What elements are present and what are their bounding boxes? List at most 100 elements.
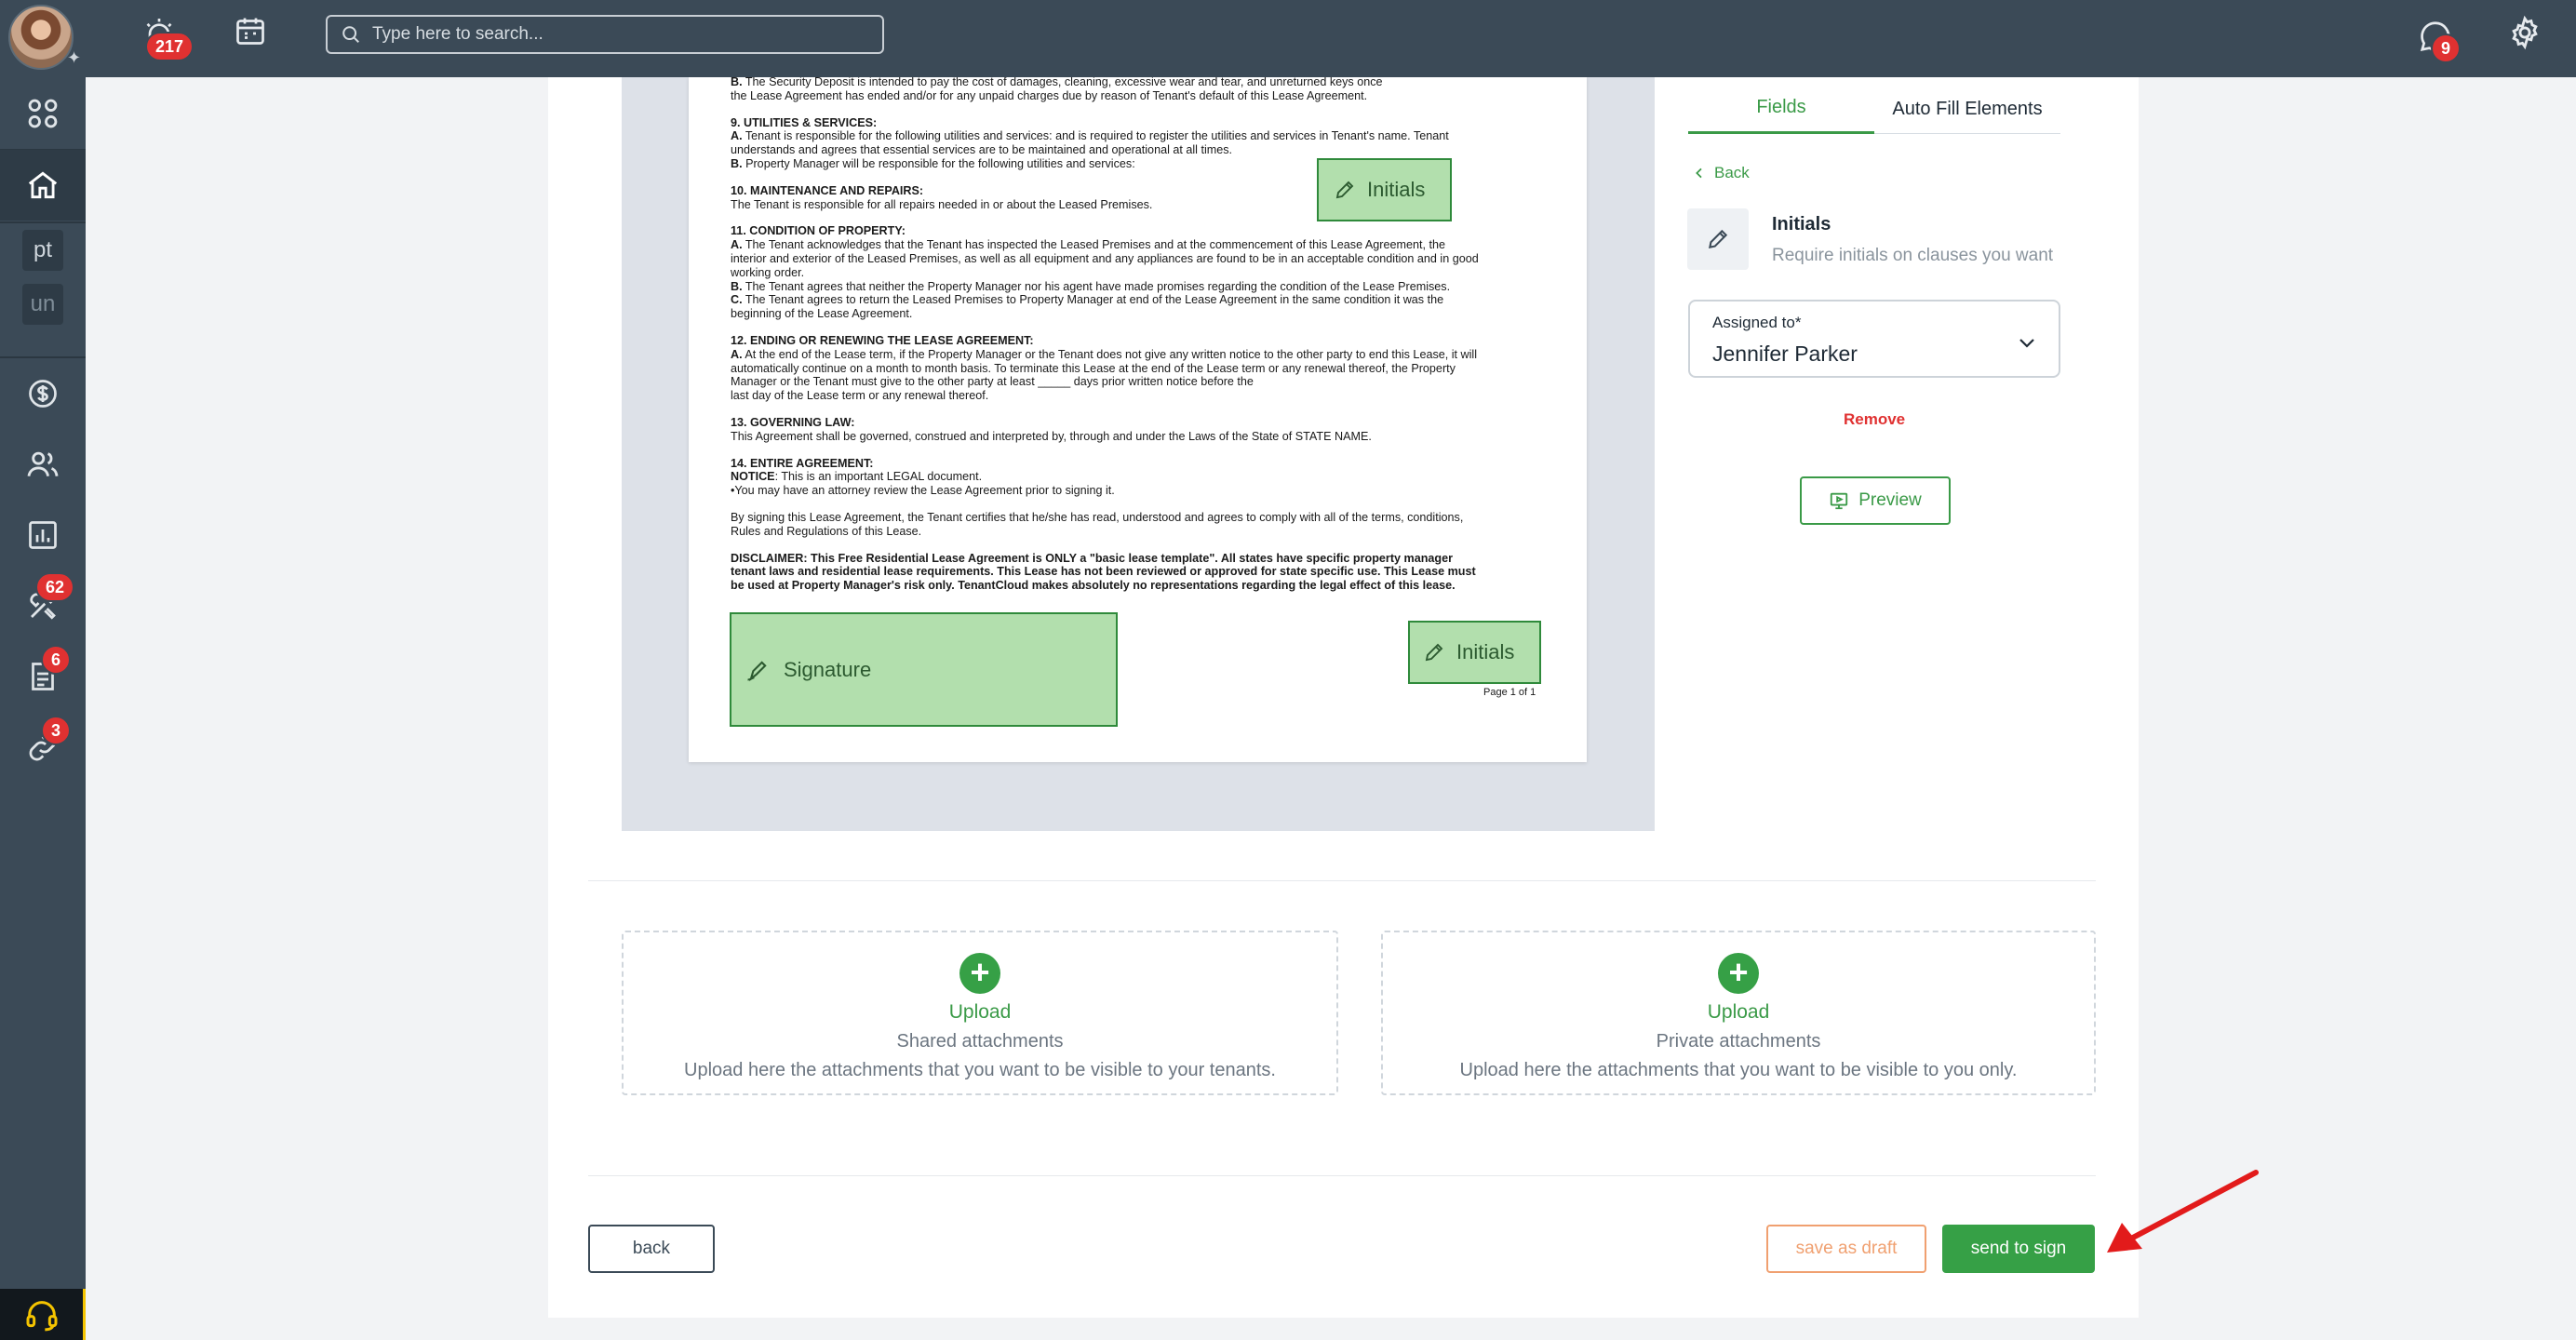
document-line-bold: NOTICE	[731, 470, 775, 484]
upload-action-label[interactable]: Upload	[624, 1001, 1336, 1024]
sidebar-item-maintenance[interactable]: 62	[0, 570, 86, 641]
messages-button[interactable]: 9	[2412, 13, 2462, 63]
red-arrow-annotation	[2107, 1170, 2259, 1253]
field-type-icon-box	[1687, 208, 1749, 270]
preview-button[interactable]: Preview	[1800, 476, 1951, 525]
document-line-bold: B.	[731, 75, 743, 88]
search-icon	[342, 26, 359, 43]
page-number: Page 1 of 1	[1483, 687, 1536, 698]
initials-field-bottom[interactable]: Initials	[1408, 621, 1541, 684]
document-line-bold: B.	[731, 279, 743, 293]
chart-icon	[29, 521, 57, 549]
document-text: B. The Security Deposit is intended to p…	[731, 75, 1545, 593]
document-line: be used at Property Manager's risk only.…	[731, 579, 1545, 593]
links-badge: 3	[41, 716, 72, 745]
back-link[interactable]: Back	[1692, 164, 1750, 182]
sidebar: pt un 62 6 3	[0, 77, 86, 1340]
document-line: tenant laws and residential lease requir…	[731, 565, 1545, 579]
sidebar-item-links[interactable]: 3	[0, 712, 86, 783]
document-line: working order.	[731, 266, 1545, 280]
document-line-text: automatically continue on a month to mon…	[731, 361, 1456, 375]
initials-field-top[interactable]: Initials	[1317, 158, 1452, 221]
support-button[interactable]	[0, 1289, 86, 1340]
sidebar-item-apps[interactable]	[0, 78, 86, 149]
document-line-text: •You may have an attorney review the Lea…	[731, 484, 1115, 498]
document-line-text: Property Manager will be responsible for…	[742, 156, 1135, 170]
document-line: 13. GOVERNING LAW:	[731, 416, 1545, 430]
document-line: 11. CONDITION OF PROPERTY:	[731, 224, 1545, 238]
fields-panel	[1655, 77, 2096, 831]
search-input[interactable]	[372, 24, 856, 45]
sidebar-item-un[interactable]: un	[0, 278, 86, 330]
document-line: •You may have an attorney review the Lea…	[731, 484, 1545, 498]
assigned-to-select[interactable]: Assigned to* Jennifer Parker	[1688, 300, 2060, 378]
send-to-sign-button[interactable]: send to sign	[1942, 1225, 2095, 1273]
user-avatar[interactable]	[8, 5, 74, 70]
chevron-left-icon	[1696, 168, 1702, 179]
back-button[interactable]: back	[588, 1225, 715, 1273]
field-description: Require initials on clauses you want	[1772, 246, 2054, 265]
settings-button[interactable]	[2502, 9, 2548, 56]
field-title: Initials	[1772, 214, 1831, 234]
sidebar-item-documents[interactable]: 6	[0, 641, 86, 712]
private-attachments-dropzone[interactable]: + Upload Private attachments Upload here…	[1381, 931, 2096, 1095]
sidebar-divider	[0, 221, 86, 223]
tab-auto-fill-elements[interactable]: Auto Fill Elements	[1874, 84, 2060, 134]
document-line-bold: A.	[731, 347, 743, 361]
document-line-text: working order.	[731, 265, 805, 279]
sidebar-item-pt[interactable]: pt	[0, 224, 86, 276]
document-line-text: Manager or the Tenant must give to the o…	[731, 375, 1254, 389]
initials-field-label: Initials	[1456, 640, 1515, 663]
document-line-text: the Lease Agreement has ended and/or for…	[731, 88, 1368, 102]
upload-title: Private attachments	[1656, 1031, 1821, 1052]
document-line: 9. UTILITIES & SERVICES:	[731, 116, 1545, 130]
remove-field-button[interactable]: Remove	[1844, 410, 1905, 429]
top-bar: ✦ 217 9	[0, 0, 2576, 77]
document-line: beginning of the Lease Agreement.	[731, 307, 1545, 321]
notifications-badge: 217	[145, 32, 195, 61]
preview-icon	[1831, 492, 1848, 510]
upload-description: Upload here the attachments that you wan…	[684, 1060, 1276, 1080]
gear-icon	[2512, 15, 2538, 50]
calendar-button[interactable]	[227, 7, 274, 54]
document-line-text: At the end of the Lease term, if the Pro…	[742, 347, 1478, 361]
document-line-text: The Tenant agrees to return the Leased P…	[742, 293, 1444, 307]
document-line-text: The Tenant is responsible for all repair…	[731, 197, 1153, 211]
document-line: Manager or the Tenant must give to the o…	[731, 375, 1545, 389]
document-line: A. At the end of the Lease term, if the …	[731, 348, 1545, 362]
back-link-label: Back	[1714, 164, 1750, 181]
document-line-text: By signing this Lease Agreement, the Ten…	[731, 510, 1464, 524]
save-as-draft-button[interactable]: save as draft	[1766, 1225, 1926, 1273]
section-divider	[588, 1175, 2096, 1176]
upload-description: Upload here the attachments that you wan…	[1459, 1060, 2018, 1080]
signature-field[interactable]: Signature	[730, 612, 1118, 727]
upload-action-label[interactable]: Upload	[1383, 1001, 2094, 1024]
document-line: understands and agrees that essential se…	[731, 143, 1545, 157]
document-line-bold: C.	[731, 293, 743, 307]
document-line: 14. ENTIRE AGREEMENT:	[731, 457, 1545, 471]
tab-fields[interactable]: Fields	[1688, 84, 1874, 134]
document-line-text: This Agreement shall be governed, constr…	[731, 429, 1372, 443]
document-line-text: beginning of the Lease Agreement.	[731, 307, 913, 321]
sidebar-item-home[interactable]	[0, 150, 86, 221]
preview-button-label: Preview	[1858, 490, 1922, 510]
pencil-icon	[1709, 229, 1728, 248]
sidebar-item-reports[interactable]	[0, 500, 86, 570]
documents-badge: 6	[41, 645, 72, 675]
document-line-text: The Tenant agrees that neither the Prope…	[742, 279, 1451, 293]
sidebar-item-finance[interactable]	[0, 358, 86, 429]
shared-attachments-dropzone[interactable]: + Upload Shared attachments Upload here …	[622, 931, 1338, 1095]
document-line-bold: be used at Property Manager's risk only.…	[731, 579, 1456, 593]
document-line-bold: 9. UTILITIES & SERVICES:	[731, 115, 878, 129]
document-line-bold: 11. CONDITION OF PROPERTY:	[731, 224, 906, 238]
signature-pen-icon	[747, 660, 767, 681]
document-line: B. The Security Deposit is intended to p…	[731, 75, 1545, 89]
sidebar-item-contacts[interactable]	[0, 429, 86, 500]
document-line: automatically continue on a month to mon…	[731, 362, 1545, 376]
notifications-button[interactable]: 217	[136, 9, 195, 61]
pencil-icon	[1335, 181, 1354, 199]
